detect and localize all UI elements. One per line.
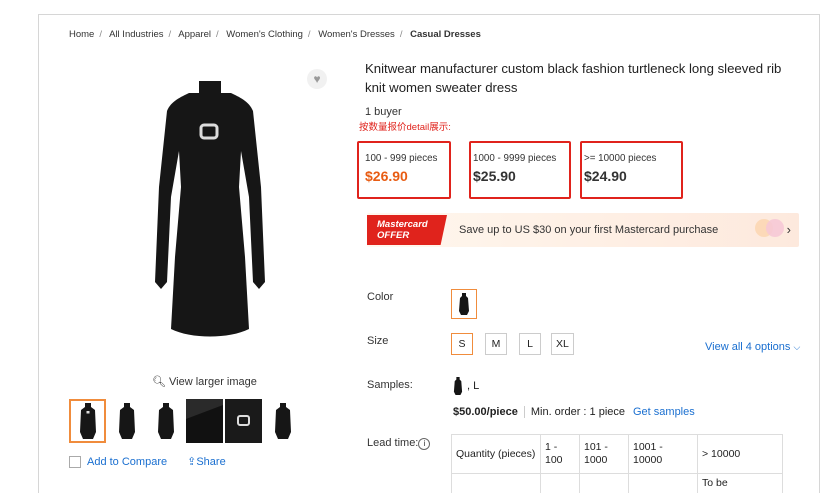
table-cell — [628, 473, 698, 493]
annotation-highlight-box — [357, 141, 451, 199]
table-cell: 101 - 1000 — [579, 434, 629, 474]
main-product-image[interactable] — [101, 67, 317, 367]
annotation-highlight-box — [469, 141, 571, 199]
favorite-heart-icon[interactable]: ♥ — [307, 69, 327, 89]
thumbnail-image[interactable] — [69, 399, 106, 443]
table-cell: 1 - 100 — [540, 434, 580, 474]
lead-time-label: Lead time: i — [367, 437, 431, 450]
color-label: Color — [367, 291, 394, 303]
breadcrumb-home[interactable]: Home — [69, 29, 94, 40]
offer-text: Save up to US $30 on your first Masterca… — [459, 224, 719, 236]
table-row: To be — [451, 473, 783, 493]
breadcrumb-womens-clothing[interactable]: Women's Clothing — [226, 29, 303, 40]
table-cell — [451, 473, 541, 493]
table-cell: > 10000 — [697, 434, 783, 474]
table-cell — [540, 473, 580, 493]
size-option-l[interactable]: L — [519, 333, 541, 355]
mastercard-offer-badge: Mastercard OFFER — [367, 215, 447, 245]
breadcrumb-womens-dresses[interactable]: Women's Dresses — [318, 29, 395, 40]
product-page: Home / All Industries / Apparel / Women's C… — [38, 14, 820, 493]
sample-price: $50.00/piece — [453, 406, 518, 418]
samples-label: Samples: — [367, 379, 413, 391]
table-row: Quantity (pieces) 1 - 100 101 - 1000 100… — [451, 434, 783, 474]
thumbnail-image[interactable] — [186, 399, 223, 443]
size-option-s[interactable]: S — [451, 333, 473, 355]
lead-time-table: Quantity (pieces) 1 - 100 101 - 1000 100… — [451, 434, 783, 493]
share-link[interactable]: ⇪Share — [187, 455, 226, 468]
breadcrumb: Home / All Industries / Apparel / Women's C… — [69, 29, 481, 40]
thumbnail-image[interactable] — [264, 399, 301, 443]
sample-variant: , L — [453, 377, 479, 395]
size-option-xl[interactable]: XL — [551, 333, 574, 355]
sample-price-row: $50.00/piece Min. order : 1 piece Get sa… — [453, 406, 695, 418]
thumbnail-image[interactable] — [108, 399, 145, 443]
search-icon: 🔍︎ — [152, 376, 166, 388]
add-to-compare-link[interactable]: Add to Compare — [87, 456, 167, 468]
mastercard-offer-banner[interactable]: Mastercard OFFER Save up to US $30 on yo… — [367, 213, 799, 247]
annotation-label: 按数量报价detail展示: — [357, 119, 453, 133]
table-cell: To be — [697, 473, 783, 493]
breadcrumb-apparel[interactable]: Apparel — [178, 29, 211, 40]
min-order: Min. order : 1 piece — [530, 406, 625, 418]
info-icon[interactable]: i — [418, 438, 431, 450]
breadcrumb-casual-dresses[interactable]: Casual Dresses — [410, 29, 481, 40]
table-cell: 1001 - 10000 — [628, 434, 698, 474]
share-icon: ⇪ — [187, 456, 197, 468]
color-swatch-black[interactable] — [451, 289, 477, 319]
buyer-count: 1 buyer — [365, 106, 402, 118]
size-label: Size — [367, 335, 389, 347]
table-cell — [579, 473, 629, 493]
chevron-down-icon: ⌵ — [793, 342, 801, 352]
compare-share-row: Add to Compare ⇪Share — [69, 455, 226, 468]
product-title: Knitwear manufacturer custom black fashi… — [365, 61, 782, 95]
add-to-compare-checkbox[interactable] — [69, 455, 81, 468]
table-cell: Quantity (pieces) — [451, 434, 541, 474]
get-samples-link[interactable]: Get samples — [633, 406, 695, 418]
thumbnail-image[interactable] — [147, 399, 184, 443]
view-larger-image-link[interactable]: 🔍︎ View larger image — [152, 375, 257, 388]
breadcrumb-all-industries[interactable]: All Industries — [109, 29, 163, 40]
view-all-options-link[interactable]: View all 4 options ⌵ — [705, 341, 800, 353]
annotation-highlight-box — [580, 141, 683, 199]
thumbnail-strip — [69, 399, 301, 443]
size-option-m[interactable]: M — [485, 333, 507, 355]
thumbnail-image[interactable] — [225, 399, 262, 443]
chevron-right-icon[interactable]: › — [787, 222, 791, 237]
